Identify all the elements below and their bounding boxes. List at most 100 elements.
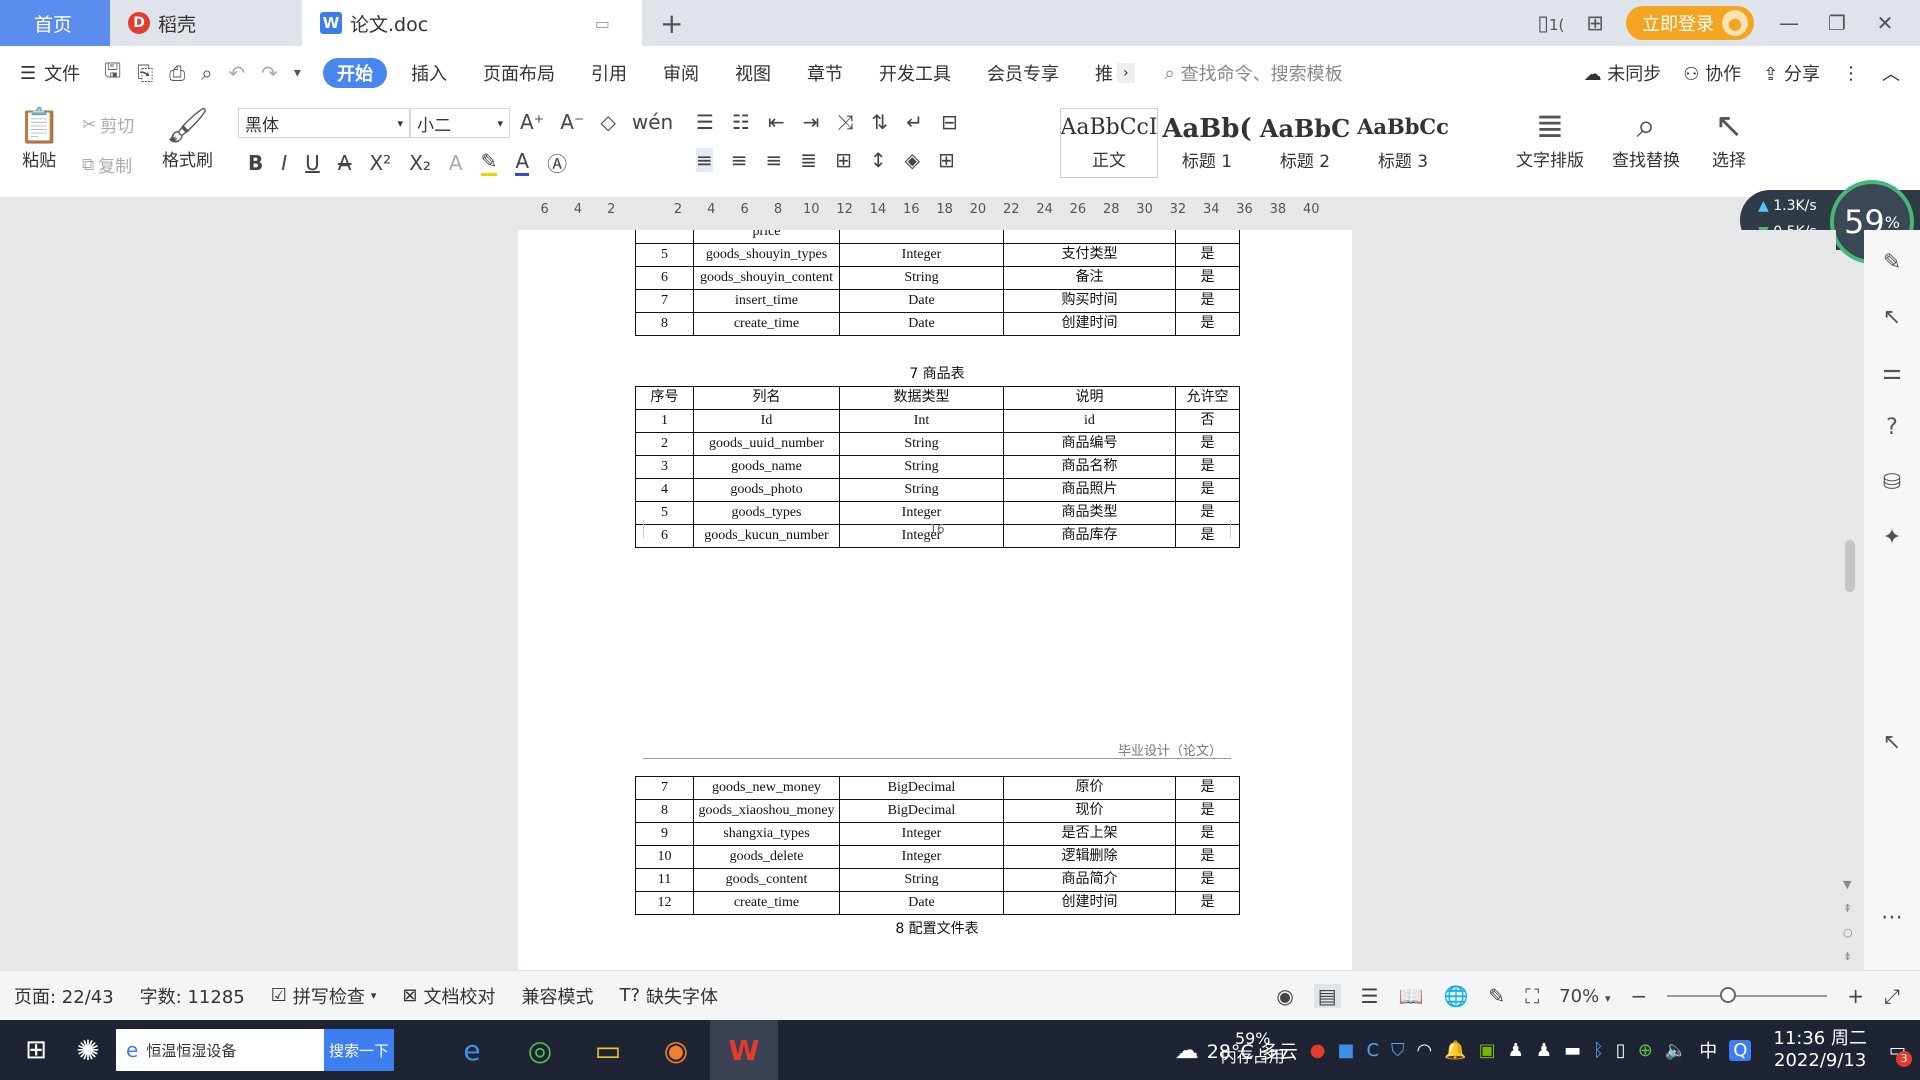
align-right-icon[interactable]: ≡ bbox=[766, 148, 783, 172]
windows-start-icon[interactable]: ⊞ bbox=[0, 1035, 72, 1065]
sort-icon[interactable]: ⇅ bbox=[871, 110, 888, 134]
menu-home[interactable]: 开始 bbox=[322, 58, 387, 88]
highlight-icon[interactable]: ✎ bbox=[480, 149, 498, 176]
page-indicator[interactable]: 页面: 22/43 bbox=[14, 983, 114, 1009]
tab-daoke[interactable]: D 稻壳 bbox=[110, 0, 302, 46]
collaborate-button[interactable]: ⚇ 协作 bbox=[1683, 60, 1741, 86]
style-heading-1[interactable]: AaBb( 标题 1 bbox=[1158, 108, 1256, 178]
table-grid-icon[interactable]: ⊟ bbox=[941, 110, 958, 134]
table-cell-nullable[interactable] bbox=[1175, 230, 1240, 244]
help-icon[interactable]: ? bbox=[1886, 415, 1898, 440]
paste-button[interactable]: 📋 粘贴 bbox=[18, 106, 60, 171]
action-center-icon[interactable]: ▭ 3 bbox=[1889, 1040, 1912, 1067]
table-cell-type[interactable] bbox=[839, 230, 1004, 244]
table-cell-name[interactable]: goods_xiaoshou_money bbox=[693, 799, 840, 823]
text-layout-button[interactable]: ≣ 文字排版 bbox=[1516, 106, 1584, 171]
table-cell-no[interactable]: 7 bbox=[635, 776, 694, 800]
table-cell-name[interactable]: price bbox=[693, 230, 840, 244]
table-cell-type[interactable]: Int bbox=[839, 409, 1004, 433]
table-cell-no[interactable]: 4 bbox=[635, 478, 694, 502]
prev-page-icon[interactable]: ⇞ bbox=[1843, 902, 1852, 915]
table-cell-no[interactable]: 2 bbox=[635, 432, 694, 456]
table-cell-desc[interactable]: 创建时间 bbox=[1003, 312, 1176, 336]
tray-app-red-icon[interactable]: ● bbox=[1310, 1040, 1326, 1061]
360-browser-icon[interactable]: ◎ bbox=[506, 1020, 574, 1080]
save-icon[interactable]: 🖫 bbox=[104, 56, 121, 90]
adjust-sliders-icon[interactable]: ⚌ bbox=[1882, 360, 1902, 385]
superscript-icon[interactable]: X² bbox=[369, 151, 391, 175]
fullscreen-icon[interactable]: ⤢ bbox=[1884, 984, 1900, 1008]
web-view-icon[interactable]: 🌐 bbox=[1444, 984, 1469, 1008]
style-heading-3[interactable]: AaBbCc 标题 3 bbox=[1354, 108, 1452, 178]
zoom-slider-knob[interactable] bbox=[1720, 987, 1737, 1003]
clear-format-icon[interactable]: ◇ bbox=[601, 110, 616, 134]
table-cell-name[interactable]: insert_time bbox=[693, 289, 840, 313]
table-cell-type[interactable]: BigDecimal bbox=[839, 776, 1004, 800]
increase-indent-icon[interactable]: ⇥ bbox=[803, 110, 820, 134]
table-cell-desc[interactable]: 商品名称 bbox=[1003, 455, 1176, 479]
edit-pen-icon[interactable]: ✎ bbox=[1883, 250, 1901, 275]
table-cell-type[interactable]: Date bbox=[839, 289, 1004, 313]
tray-plus-icon[interactable]: ⊕ bbox=[1638, 1040, 1653, 1061]
table-cell-no[interactable]: 1 bbox=[635, 409, 694, 433]
menu-insert[interactable]: 插入 bbox=[393, 60, 465, 86]
table-cell-desc[interactable]: 商品照片 bbox=[1003, 478, 1176, 502]
table-cell-desc[interactable]: 现价 bbox=[1003, 799, 1176, 823]
table-cell-name[interactable]: goods_content bbox=[693, 868, 840, 892]
command-search[interactable]: ⌕ 查找命令、搜索模板 bbox=[1165, 60, 1343, 86]
table-cell-desc[interactable]: 商品编号 bbox=[1003, 432, 1176, 456]
menu-developer[interactable]: 开发工具 bbox=[861, 60, 969, 86]
reading-view-icon[interactable]: 📖 bbox=[1399, 984, 1424, 1008]
grid-apps-icon[interactable]: ⊞ bbox=[1586, 11, 1604, 35]
restore-icon[interactable]: ❐ bbox=[1824, 11, 1850, 35]
write-mode-icon[interactable]: ✎ bbox=[1488, 984, 1505, 1008]
table-cell-type[interactable]: String bbox=[839, 478, 1004, 502]
text-effect-icon[interactable]: A bbox=[449, 151, 463, 175]
collapse-ribbon-icon[interactable]: ︿ bbox=[1882, 60, 1900, 86]
table-cell-name[interactable]: goods_new_money bbox=[693, 776, 840, 800]
volume-icon[interactable]: 🔈 bbox=[1665, 1040, 1687, 1061]
table-cell-no[interactable]: 6 bbox=[635, 266, 694, 290]
table-cell-nullable[interactable]: 是 bbox=[1175, 478, 1240, 502]
table-cell-nullable[interactable]: 是 bbox=[1175, 432, 1240, 456]
scrollbar-thumb[interactable] bbox=[1845, 540, 1855, 592]
table-cell-no[interactable]: 12 bbox=[635, 891, 694, 915]
align-left-icon[interactable]: ≡ bbox=[696, 148, 713, 172]
export-icon[interactable]: ⎘ bbox=[137, 61, 153, 85]
table-cell-nullable[interactable]: 是 bbox=[1175, 891, 1240, 915]
zoom-level[interactable]: 70% ▾ bbox=[1559, 986, 1610, 1007]
italic-icon[interactable]: I bbox=[281, 151, 287, 175]
horizontal-ruler[interactable]: 6 4 2 2 4 6 8 10 12 14 16 18 20 22 24 26 28 30 32 34 36 38 40 bbox=[528, 202, 1328, 224]
table-cell-nullable[interactable]: 是 bbox=[1175, 822, 1240, 846]
menu-member[interactable]: 会员专享 bbox=[969, 60, 1077, 86]
format-painter-button[interactable]: 🖌 格式刷 bbox=[162, 106, 213, 171]
char-border-icon[interactable]: Ⓐ bbox=[547, 148, 567, 177]
table-cell-name[interactable]: create_time bbox=[693, 891, 840, 915]
table-cell-type[interactable]: Integer bbox=[839, 822, 1004, 846]
table-cell-no[interactable]: 11 bbox=[635, 868, 694, 892]
increase-font-icon[interactable]: A⁺ bbox=[520, 110, 544, 134]
weather-widget[interactable]: ☁ 28°C 多云 59% 内存占用 bbox=[1175, 1030, 1298, 1066]
zoom-slider[interactable] bbox=[1667, 987, 1828, 1003]
backup-icon[interactable]: ⛁ bbox=[1883, 470, 1901, 495]
table-cell-desc[interactable]: 逻辑删除 bbox=[1003, 845, 1176, 869]
table-cell-desc[interactable]: 支付类型 bbox=[1003, 243, 1176, 267]
table-cell-nullable[interactable]: 是 bbox=[1175, 289, 1240, 313]
tab-document[interactable]: W 论文.doc ▭ bbox=[302, 0, 642, 46]
table-cell-nullable[interactable]: 是 bbox=[1175, 266, 1240, 290]
zoom-out-icon[interactable]: − bbox=[1630, 984, 1647, 1008]
menu-more-icon[interactable]: › bbox=[1116, 63, 1135, 83]
table-cell-name[interactable]: Id bbox=[693, 409, 840, 433]
pinwheel-icon[interactable]: ✺ bbox=[68, 1020, 108, 1080]
table-cell-nullable[interactable]: 是 bbox=[1175, 455, 1240, 479]
justify-icon[interactable]: ≣ bbox=[800, 148, 817, 172]
table-cell-nullable[interactable]: 是 bbox=[1175, 799, 1240, 823]
underline-icon[interactable]: U bbox=[305, 151, 320, 175]
ime-indicator[interactable]: 中 bbox=[1699, 1037, 1717, 1063]
login-button[interactable]: 立即登录 ● bbox=[1626, 6, 1754, 40]
table-cell-nullable[interactable]: 是 bbox=[1175, 845, 1240, 869]
vertical-scrollbar[interactable]: ▼ ⇞ ○ ⇟ bbox=[1836, 230, 1864, 970]
page-view-icon[interactable]: ▤ bbox=[1313, 984, 1341, 1008]
bullet-list-icon[interactable]: ☰ bbox=[696, 110, 714, 134]
table-cell-type[interactable]: BigDecimal bbox=[839, 799, 1004, 823]
